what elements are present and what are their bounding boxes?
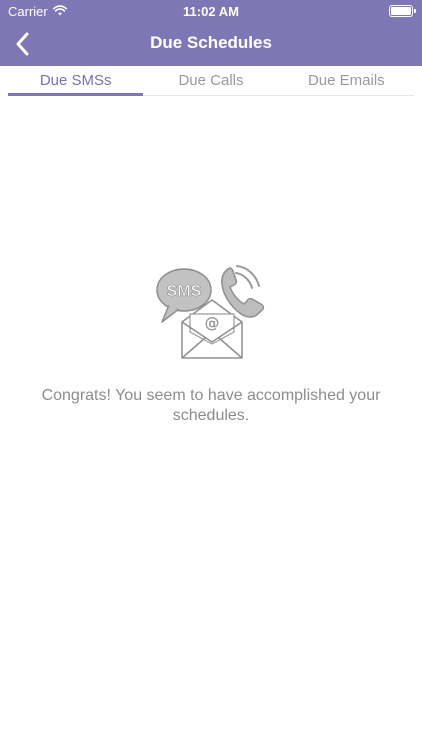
tab-due-smss[interactable]: Due SMSs: [8, 66, 144, 96]
status-time: 11:02 AM: [183, 4, 239, 19]
battery-icon: [389, 5, 416, 17]
empty-state-message: Congrats! You seem to have accomplished …: [41, 387, 381, 424]
status-bar: Carrier 11:02 AM: [0, 0, 422, 22]
tab-due-calls[interactable]: Due Calls: [143, 66, 278, 95]
empty-state-illustration: SMS @: [156, 265, 265, 359]
schedule-tabs: Due SMSs Due Calls Due Emails: [8, 66, 414, 96]
phone-icon: [221, 265, 265, 318]
app-header: Carrier 11:02 AM Due Schedules: [0, 0, 422, 66]
page-title: Due Schedules: [150, 33, 272, 52]
navigation-bar: Due Schedules: [0, 22, 422, 66]
tab-due-emails[interactable]: Due Emails: [279, 66, 414, 95]
svg-text:@: @: [205, 314, 220, 332]
sms-bubble-text: SMS: [167, 283, 202, 300]
